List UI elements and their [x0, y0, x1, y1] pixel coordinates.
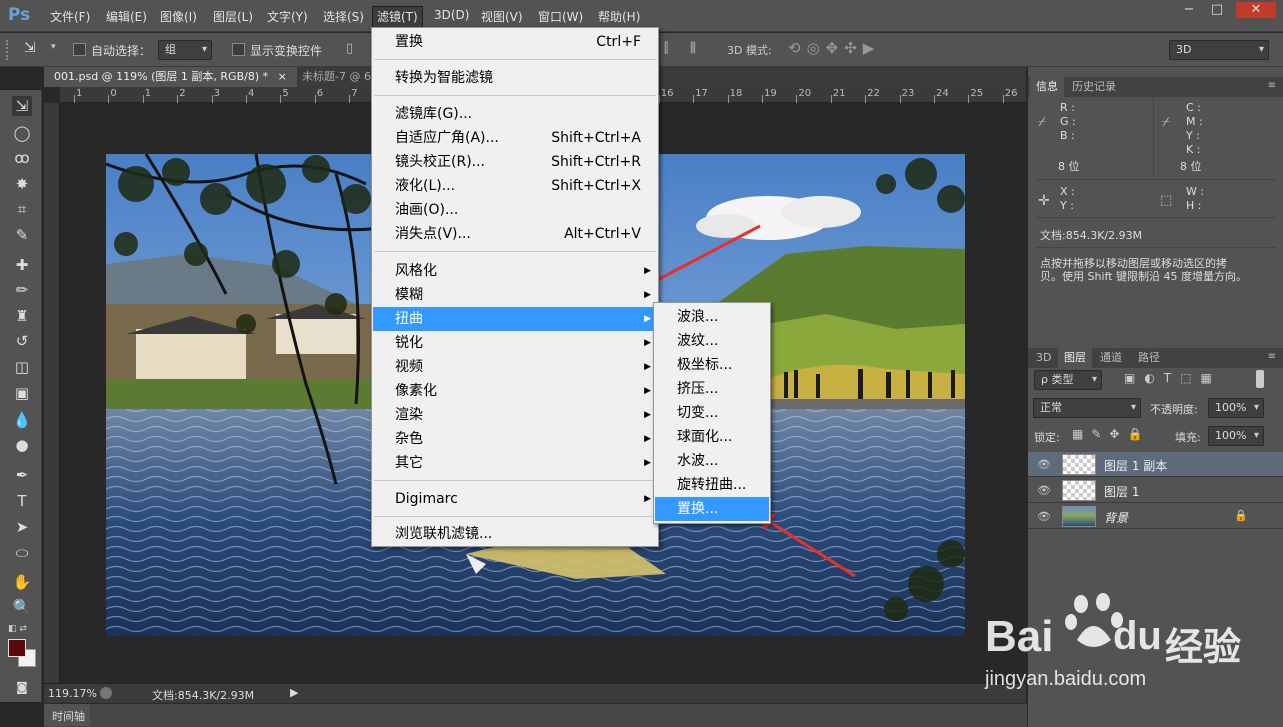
selection-size-icon: ⬚ [1160, 193, 1173, 208]
watermark-cn: 经验 [1165, 625, 1242, 669]
menu-item-oil-paint[interactable]: 油画(O)... [373, 198, 657, 222]
submenu-item-ripple[interactable]: 波纹... [655, 329, 769, 353]
filter-toggle[interactable] [1256, 370, 1264, 388]
cmyk-readout: C :M :Y :K : [1186, 101, 1203, 156]
tab-info[interactable]: 信息 [1030, 77, 1064, 97]
menu-item-vanishing-point[interactable]: 消失点(V)... Alt+Ctrl+V [373, 222, 657, 246]
lock-icons[interactable]: ▦✎✥🔒 [1072, 427, 1150, 441]
layer-row[interactable]: 👁 图层 1 [1028, 478, 1283, 503]
panel-menu-icon[interactable]: ≡ [1268, 80, 1276, 91]
menu-item-video[interactable]: 视频 ▶ [373, 355, 657, 379]
layer-filter-icons[interactable]: ▣◐T⬚▦ [1124, 371, 1221, 385]
submenu-item-zigzag[interactable]: 水波... [655, 449, 769, 473]
status-bar: 119.17% 文档:854.3K/2.93M ▶ [44, 683, 1026, 703]
tab-channels[interactable]: 通道 [1094, 348, 1128, 368]
menu-item-digimarc[interactable]: Digimarc ▶ [373, 487, 657, 511]
visibility-eye-icon[interactable]: 👁 [1037, 484, 1051, 497]
fill-input[interactable]: 100% [1208, 426, 1264, 446]
share-icon[interactable] [100, 687, 112, 699]
menu-item-other[interactable]: 其它 ▶ [373, 451, 657, 475]
menu-item-lens-correction[interactable]: 镜头校正(R)... Shift+Ctrl+R [373, 150, 657, 174]
xy-readout: X :Y : [1060, 185, 1075, 212]
layers-tabs: 3D 图层 通道 路径 ≡ [1028, 348, 1283, 368]
tab-history[interactable]: 历史记录 [1066, 77, 1122, 97]
wh-readout: W :H : [1186, 185, 1205, 212]
watermark-brand: Bai [985, 612, 1054, 661]
tab-layers[interactable]: 图层 [1058, 348, 1092, 368]
layer-filter-dropdown[interactable]: ρ 类型 [1034, 370, 1102, 390]
tab-3d[interactable]: 3D [1030, 348, 1057, 368]
menu-item-stylize[interactable]: 风格化 ▶ [373, 259, 657, 283]
submenu-item-shear[interactable]: 切变... [655, 401, 769, 425]
opacity-input[interactable]: 100% [1208, 398, 1264, 418]
menu-item-last-filter[interactable]: 置换 Ctrl+F [373, 30, 657, 54]
submenu-item-twirl[interactable]: 旋转扭曲... [655, 473, 769, 497]
layer-row[interactable]: 👁 背景 🔒 [1028, 504, 1283, 529]
submenu-item-spherize[interactable]: 球面化... [655, 425, 769, 449]
rgb-readout: R :G :B : [1060, 101, 1076, 142]
menu-item-liquify[interactable]: 液化(L)... Shift+Ctrl+X [373, 174, 657, 198]
layer-thumbnail [1062, 506, 1096, 527]
info-tabs: 信息 历史记录 ≡ [1028, 77, 1283, 97]
submenu-item-displace[interactable]: 置换... [655, 497, 769, 521]
filter-menu: 置换 Ctrl+F 转换为智能滤镜 滤镜库(G)... 自适应广角(A)... Sh… [371, 27, 659, 547]
eyedropper-icon: ⌿ [1162, 115, 1170, 130]
lock-icon: 🔒 [1234, 509, 1248, 522]
submenu-item-pinch[interactable]: 挤压... [655, 377, 769, 401]
watermark-brand-du: du [1113, 614, 1162, 658]
menu-item-smart-filter[interactable]: 转换为智能滤镜 [373, 66, 657, 90]
arrow-line-bottom [769, 520, 856, 578]
bits-left: 8 位 [1058, 160, 1080, 173]
distort-submenu: 波浪... 波纹... 极坐标... 挤压... 切变... 球面化... 水波… [653, 302, 771, 524]
menu-item-render[interactable]: 渲染 ▶ [373, 403, 657, 427]
info-hint: 点按并拖移以移动图层或移动选区的拷 贝。使用 Shift 键限制沿 45 度增量方… [1040, 257, 1247, 283]
status-menu-arrow-icon[interactable]: ▶ [290, 686, 298, 699]
lock-label: 锁定: [1034, 431, 1060, 444]
crosshair-icon: ✛ [1038, 193, 1050, 209]
timeline-tab[interactable]: 时间轴 [52, 708, 85, 724]
info-doc-size: 文档:854.3K/2.93M [1040, 229, 1143, 242]
menu-item-distort[interactable]: 扭曲 ▶ [373, 307, 657, 331]
eyedropper-icon: ⌿ [1038, 115, 1046, 130]
layer-thumbnail [1062, 454, 1096, 475]
watermark-url: jingyan.baidu.com [985, 668, 1147, 690]
opacity-label: 不透明度: [1150, 403, 1198, 416]
layer-name[interactable]: 图层 1 副本 [1104, 457, 1167, 474]
doc-size: 文档:854.3K/2.93M [152, 689, 255, 702]
tab-paths[interactable]: 路径 [1132, 348, 1166, 368]
baidu-watermark: Bai du 经验 jingyan.baidu.com [985, 590, 1275, 700]
panel-menu-icon[interactable]: ≡ [1268, 351, 1276, 362]
blend-mode-dropdown[interactable]: 正常 [1033, 398, 1141, 418]
layer-thumbnail [1062, 480, 1096, 501]
visibility-eye-icon[interactable]: 👁 [1037, 458, 1051, 471]
menu-item-filter-gallery[interactable]: 滤镜库(G)... [373, 102, 657, 126]
menu-item-noise[interactable]: 杂色 ▶ [373, 427, 657, 451]
menu-item-sharpen[interactable]: 锐化 ▶ [373, 331, 657, 355]
submenu-item-wave[interactable]: 波浪... [655, 305, 769, 329]
submenu-item-polar[interactable]: 极坐标... [655, 353, 769, 377]
layer-name[interactable]: 背景 [1104, 509, 1128, 526]
menu-item-blur[interactable]: 模糊 ▶ [373, 283, 657, 307]
visibility-eye-icon[interactable]: 👁 [1037, 510, 1051, 523]
menu-item-adaptive-wide[interactable]: 自适应广角(A)... Shift+Ctrl+A [373, 126, 657, 150]
zoom-level[interactable]: 119.17% [48, 687, 97, 700]
menu-item-pixelate[interactable]: 像素化 ▶ [373, 379, 657, 403]
fill-label: 填充: [1175, 431, 1201, 444]
layer-row[interactable]: 👁 图层 1 副本 [1028, 452, 1283, 477]
menu-item-browse-online[interactable]: 浏览联机滤镜... [373, 522, 657, 546]
layer-name[interactable]: 图层 1 [1104, 483, 1139, 500]
bits-right: 8 位 [1180, 160, 1202, 173]
